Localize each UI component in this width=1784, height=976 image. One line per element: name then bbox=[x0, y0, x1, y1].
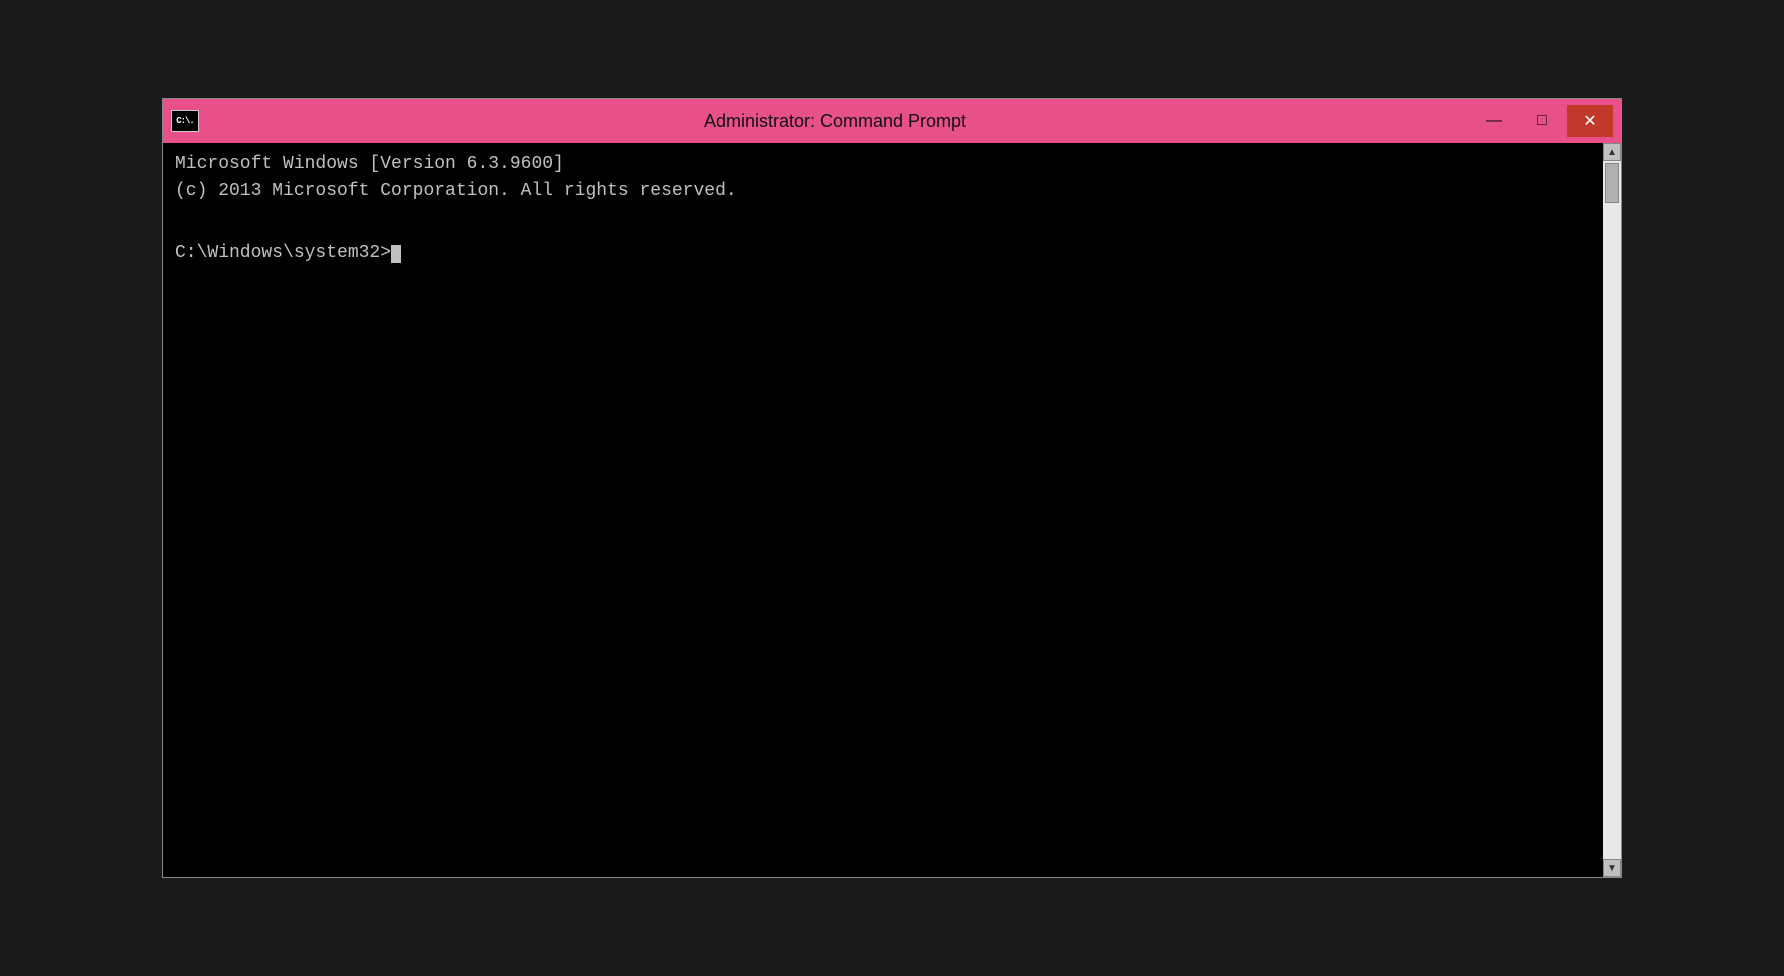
terminal-prompt-line: C:\Windows\system32> bbox=[175, 240, 1591, 267]
scroll-thumb[interactable] bbox=[1605, 163, 1619, 203]
cmd-icon: C:\. bbox=[171, 110, 199, 132]
titlebar-controls: — □ ✕ bbox=[1471, 105, 1613, 137]
terminal-line-2: (c) 2013 Microsoft Corporation. All righ… bbox=[175, 178, 1591, 205]
terminal-line-1: Microsoft Windows [Version 6.3.9600] bbox=[175, 151, 1591, 178]
scroll-down-button[interactable]: ▼ bbox=[1603, 859, 1621, 877]
window-title: Administrator: Command Prompt bbox=[199, 111, 1471, 132]
scrollbar: ▲ ▼ bbox=[1603, 143, 1621, 877]
terminal-prompt: C:\Windows\system32> bbox=[175, 240, 391, 267]
maximize-button[interactable]: □ bbox=[1519, 105, 1565, 137]
titlebar: C:\. Administrator: Command Prompt — □ ✕ bbox=[163, 99, 1621, 143]
scroll-track bbox=[1603, 161, 1621, 859]
minimize-button[interactable]: — bbox=[1471, 105, 1517, 137]
titlebar-left: C:\. bbox=[171, 110, 199, 132]
command-prompt-window: C:\. Administrator: Command Prompt — □ ✕… bbox=[162, 98, 1622, 878]
terminal-line-3 bbox=[175, 205, 1591, 232]
close-button[interactable]: ✕ bbox=[1567, 105, 1613, 137]
terminal-cursor bbox=[391, 245, 401, 263]
scroll-up-button[interactable]: ▲ bbox=[1603, 143, 1621, 161]
terminal-area[interactable]: Microsoft Windows [Version 6.3.9600] (c)… bbox=[163, 143, 1603, 877]
window-body: Microsoft Windows [Version 6.3.9600] (c)… bbox=[163, 143, 1621, 877]
